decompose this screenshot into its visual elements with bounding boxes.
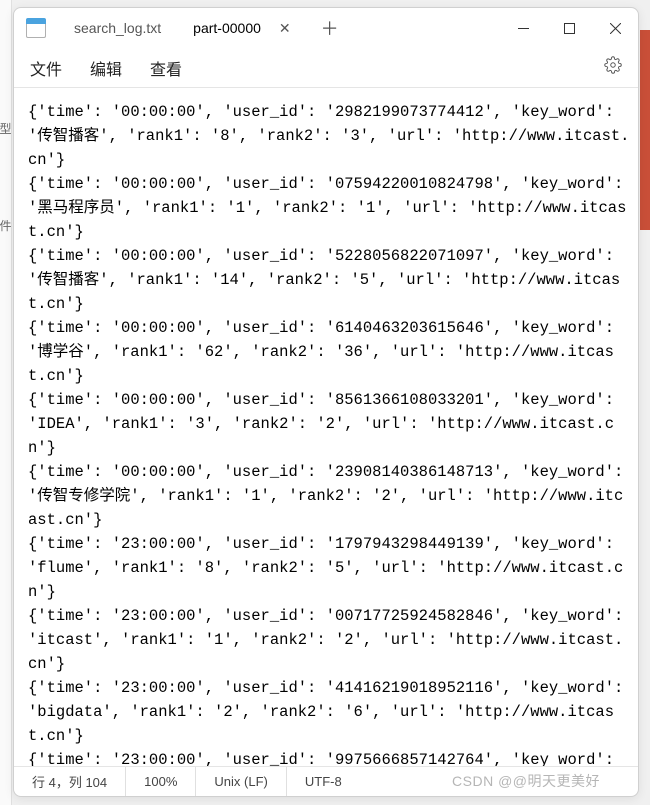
notepad-window: search_log.txt part-00000 ✕ ＋ 文件 编辑 查看 (13, 7, 639, 797)
new-tab-button[interactable]: ＋ (307, 15, 353, 41)
menu-view[interactable]: 查看 (150, 56, 182, 80)
window-controls (500, 8, 638, 48)
status-encoding[interactable]: UTF-8 (287, 767, 638, 796)
tab-label: part-00000 (193, 20, 261, 36)
menubar: 文件 编辑 查看 (14, 48, 638, 88)
background-window-edge-left: 型 件 (0, 0, 12, 805)
menu-edit[interactable]: 编辑 (90, 56, 122, 80)
minimize-button[interactable] (500, 8, 546, 48)
text-editor-content[interactable]: {'time': '00:00:00', 'user_id': '2982199… (14, 88, 638, 766)
status-zoom[interactable]: 100% (126, 767, 196, 796)
status-cursor-position[interactable]: 行 4，列 104 (14, 767, 126, 796)
settings-button[interactable] (604, 56, 622, 79)
maximize-button[interactable] (546, 8, 592, 48)
background-window-edge-right (640, 30, 650, 230)
close-tab-icon[interactable]: ✕ (279, 20, 291, 37)
menu-file[interactable]: 文件 (30, 56, 62, 80)
tab-search-log[interactable]: search_log.txt (58, 8, 177, 48)
status-line-ending[interactable]: Unix (LF) (196, 767, 286, 796)
tab-part-00000[interactable]: part-00000 ✕ (177, 8, 306, 48)
close-window-button[interactable] (592, 8, 638, 48)
notepad-app-icon (26, 18, 46, 38)
statusbar: 行 4，列 104 100% Unix (LF) UTF-8 (14, 766, 638, 796)
titlebar: search_log.txt part-00000 ✕ ＋ (14, 8, 638, 48)
tab-strip: search_log.txt part-00000 ✕ ＋ (58, 8, 500, 48)
tab-label: search_log.txt (74, 20, 161, 36)
